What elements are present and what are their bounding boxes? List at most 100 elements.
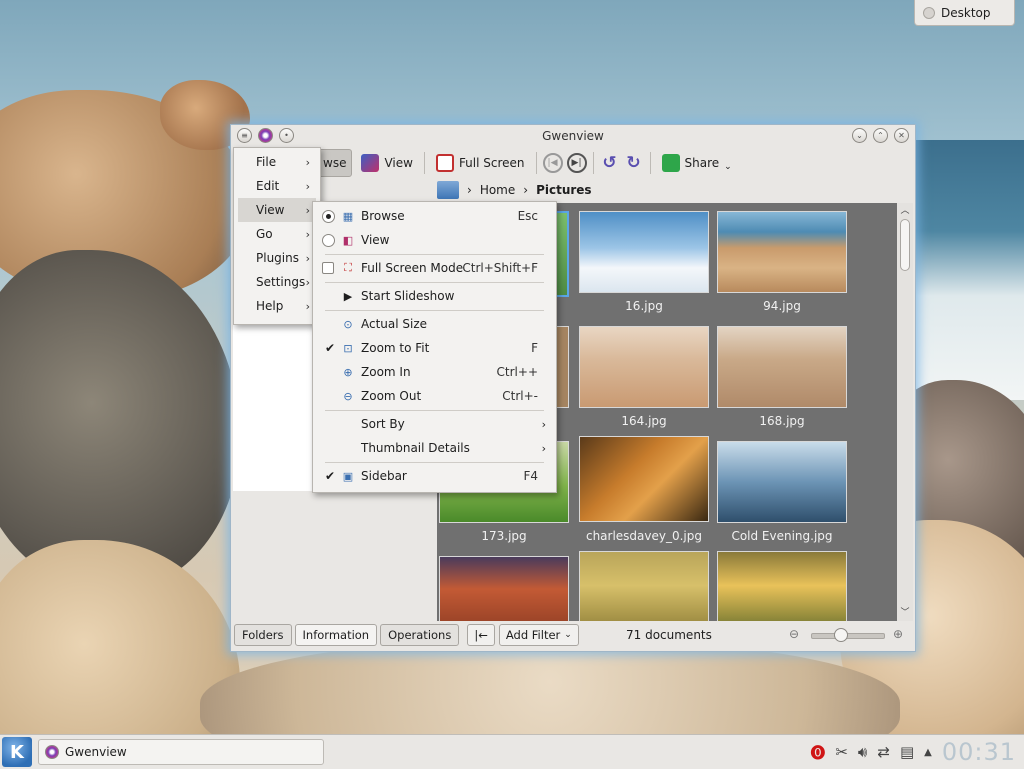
menu-item-plugins[interactable]: Plugins › <box>238 246 316 270</box>
scrollbar-thumb[interactable] <box>900 219 910 271</box>
thumbnail[interactable] <box>717 441 847 523</box>
gwenview-icon <box>45 745 59 759</box>
tab-folders[interactable]: Folders <box>234 624 292 646</box>
view-menu-fullscreen[interactable]: ⛶ Full Screen Mode Ctrl+Shift+F <box>317 256 552 280</box>
share-button[interactable]: Share ⌄ <box>657 150 737 176</box>
menu-item-edit[interactable]: Edit › <box>238 174 316 198</box>
breadcrumb: › Home › Pictures <box>437 178 592 202</box>
next-icon[interactable]: ▶| <box>566 153 587 173</box>
main-menu: File › Edit › View › Go › Plugins › Settings ›… <box>233 147 321 325</box>
breadcrumb-home[interactable]: Home <box>480 183 515 197</box>
thumbnail[interactable] <box>579 211 709 293</box>
view-menu-zoom-in[interactable]: ⊕ Zoom In Ctrl++ <box>317 360 552 384</box>
vertical-scrollbar[interactable]: ︿ ﹀ <box>897 203 913 621</box>
fullscreen-label: Full Screen <box>458 156 525 170</box>
volume-icon[interactable]: 🔊︎ <box>858 743 867 761</box>
zoom-out-icon[interactable]: ⊖ <box>789 627 799 641</box>
thumbnail[interactable] <box>579 551 709 621</box>
browse-button[interactable]: wse <box>317 149 353 177</box>
notification-alert-icon[interactable]: ⓿ <box>810 742 825 763</box>
toggle-sidebar-button[interactable]: |← <box>467 624 495 646</box>
thumbnail[interactable] <box>439 556 569 621</box>
desktop-label: Desktop <box>941 5 991 20</box>
view-menu-view[interactable]: ◧ View <box>317 228 552 252</box>
tray-expand-icon[interactable]: ▲ <box>924 747 932 758</box>
clipboard-scissors-icon[interactable]: ✂ <box>835 743 848 761</box>
scroll-up-icon[interactable]: ︿ <box>899 205 911 217</box>
thumbnail[interactable] <box>717 211 847 293</box>
taskbar: K Gwenview ⓿ ✂ 🔊︎ ⇄ ▤ ▲ 00:31 <box>0 734 1024 769</box>
pin-button[interactable]: • <box>279 128 294 143</box>
tab-information[interactable]: Information <box>294 624 378 646</box>
view-menu-browse[interactable]: ▦ Browse Esc <box>317 204 552 228</box>
chevron-right-icon: › <box>305 299 310 313</box>
thumbnail[interactable] <box>579 436 709 522</box>
rotate-right-icon[interactable]: ↻ <box>624 153 644 173</box>
breadcrumb-current[interactable]: Pictures <box>536 183 592 197</box>
menu-item-go[interactable]: Go › <box>238 222 316 246</box>
add-filter-button[interactable]: Add Filter ⌄ <box>498 624 579 646</box>
thumbnail-label: 94.jpg <box>763 299 801 313</box>
view-menu-zoom-to-fit[interactable]: ✔ ⊡ Zoom to Fit F <box>317 336 552 360</box>
clock[interactable]: 00:31 <box>942 738 1016 766</box>
thumbnail[interactable] <box>579 326 709 408</box>
view-button[interactable]: View <box>356 150 417 176</box>
sidebar-content <box>233 321 313 491</box>
browse-label: wse <box>323 156 347 170</box>
view-menu-zoom-out[interactable]: ⊖ Zoom Out Ctrl+- <box>317 384 552 408</box>
fullscreen-icon: ⛶ <box>344 261 352 274</box>
thumbnail[interactable] <box>717 326 847 408</box>
chevron-down-icon: ⌄ <box>724 162 732 172</box>
view-menu-label: Actual Size <box>361 317 428 331</box>
view-menu-label: Browse <box>361 209 405 223</box>
view-submenu: ▦ Browse Esc ◧ View ⛶ Full Screen Mode C… <box>312 201 557 493</box>
thumbnail-label: charlesdavey_0.jpg <box>585 529 703 543</box>
scroll-down-icon[interactable]: ﹀ <box>899 607 911 619</box>
add-filter-label: Add Filter <box>505 628 561 642</box>
menu-item-settings[interactable]: Settings › <box>238 270 316 294</box>
view-menu-shortcut: Ctrl+- <box>502 389 538 403</box>
rotate-left-icon[interactable]: ↺ <box>600 153 620 173</box>
app-icon[interactable] <box>258 128 273 143</box>
view-menu-sidebar[interactable]: ✔ ▣ Sidebar F4 <box>317 464 552 488</box>
menu-item-view[interactable]: View › <box>238 198 316 222</box>
thumbnail[interactable] <box>717 551 847 621</box>
toolbar-separator <box>423 152 425 174</box>
view-menu-label: Thumbnail Details <box>361 441 470 455</box>
tab-operations[interactable]: Operations <box>380 624 460 646</box>
chevron-right-icon: › <box>305 251 310 265</box>
places-icon[interactable] <box>437 181 459 199</box>
view-menu-slideshow[interactable]: ▶ Start Slideshow <box>317 284 552 308</box>
thumbnail-size-slider[interactable] <box>811 628 885 642</box>
window-menu-button[interactable]: ≡ <box>237 128 252 143</box>
toolbar-separator <box>535 152 537 174</box>
menu-item-label: Edit <box>256 179 280 193</box>
device-notifier-icon[interactable]: ▤ <box>900 743 914 761</box>
slider-handle[interactable] <box>834 628 848 642</box>
previous-icon[interactable]: |◀ <box>542 153 563 173</box>
view-menu-thumbnail-details[interactable]: Thumbnail Details › <box>317 436 552 460</box>
view-menu-shortcut: Ctrl+Shift+F <box>462 261 538 275</box>
window-titlebar[interactable]: ≡ • Gwenview ⌄ ⌃ ✕ <box>231 125 915 147</box>
menu-item-file[interactable]: File › <box>238 150 316 174</box>
view-menu-sort-by[interactable]: Sort By › <box>317 412 552 436</box>
view-menu-label: Sidebar <box>361 469 407 483</box>
minimize-button[interactable]: ⌄ <box>852 128 867 143</box>
menu-item-label: View <box>256 203 285 217</box>
kde-launcher-icon[interactable]: K <box>2 737 32 767</box>
maximize-button[interactable]: ⌃ <box>873 128 888 143</box>
view-menu-label: Start Slideshow <box>361 289 455 303</box>
fullscreen-button[interactable]: Full Screen <box>431 150 530 176</box>
view-menu-actual-size[interactable]: ⊙ Actual Size <box>317 312 552 336</box>
main-toolbar: wse View Full Screen |◀ ▶| ↺ ↻ Share ⌄ <box>231 147 915 179</box>
network-icon[interactable]: ⇄ <box>877 743 890 761</box>
sidebar-toggle-icon: |← <box>474 628 488 642</box>
zoom-in-icon[interactable]: ⊕ <box>893 627 903 641</box>
view-menu-label: Zoom to Fit <box>361 341 430 355</box>
taskbar-task-gwenview[interactable]: Gwenview <box>38 739 324 765</box>
desktop-activity-button[interactable]: Desktop <box>914 0 1015 26</box>
toolbar-separator <box>649 152 651 174</box>
menu-item-help[interactable]: Help › <box>238 294 316 318</box>
menu-item-label: Help <box>256 299 284 313</box>
close-button[interactable]: ✕ <box>894 128 909 143</box>
